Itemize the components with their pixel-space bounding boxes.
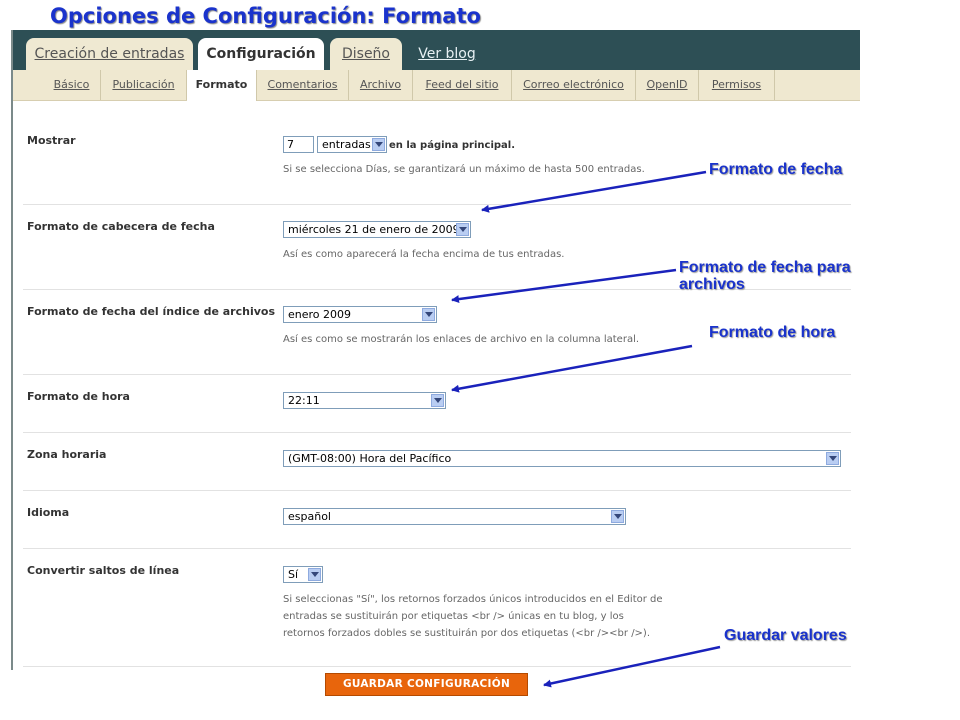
tab-ver-blog[interactable]: Ver blog: [411, 38, 483, 70]
divider: [23, 666, 851, 667]
settings-subnav: Básico Publicación Formato Comentarios A…: [13, 70, 860, 101]
line-breaks-value: Sí: [288, 568, 299, 581]
timezone-select[interactable]: (GMT-08:00) Hora del Pacífico: [283, 450, 841, 467]
chevron-down-icon: [826, 452, 839, 465]
posts-unit-select[interactable]: entradas: [317, 136, 387, 153]
callout-formato-hora: Formato de hora: [709, 324, 836, 341]
line-breaks-help-3: retornos forzados dobles se sustituirán …: [283, 628, 651, 639]
timezone-label: Zona horaria: [27, 448, 107, 461]
divider: [23, 204, 851, 205]
subtab-publicacion[interactable]: Publicación: [101, 70, 187, 100]
header-date-format-help: Así es como aparecerá la fecha encima de…: [283, 249, 565, 260]
chevron-down-icon: [611, 510, 624, 523]
callout-guardar-valores: Guardar valores: [724, 627, 847, 644]
subtab-archivo[interactable]: Archivo: [349, 70, 413, 100]
save-settings-button[interactable]: GUARDAR CONFIGURACIÓN: [325, 673, 528, 696]
subtab-permisos[interactable]: Permisos: [699, 70, 775, 100]
timezone-value: (GMT-08:00) Hora del Pacífico: [288, 452, 452, 465]
subtab-correo-electronico[interactable]: Correo electrónico: [512, 70, 636, 100]
time-format-value: 22:11: [288, 394, 320, 407]
header-date-format-value: miércoles 21 de enero de 2009: [288, 223, 460, 236]
header-date-format-label: Formato de cabecera de fecha: [27, 220, 215, 233]
archive-date-format-value: enero 2009: [288, 308, 352, 321]
tab-creacion-entradas[interactable]: Creación de entradas: [26, 38, 193, 70]
chevron-down-icon: [422, 308, 435, 321]
line-breaks-select[interactable]: Sí: [283, 566, 323, 583]
chevron-down-icon: [431, 394, 444, 407]
callout-formato-fecha: Formato de fecha: [709, 161, 843, 178]
archive-date-format-help: Así es como se mostrarán los enlaces de …: [283, 334, 640, 345]
main-tab-bar: Creación de entradas Configuración Diseñ…: [13, 30, 860, 70]
blogger-settings-screenshot: Creación de entradas Configuración Diseñ…: [11, 30, 860, 670]
archive-date-format-label: Formato de fecha del índice de archivos: [27, 305, 275, 318]
posts-suffix-text: en la página principal.: [389, 140, 516, 151]
mostrar-help: Si se selecciona Días, se garantizará un…: [283, 164, 645, 175]
subtab-basico[interactable]: Básico: [43, 70, 101, 100]
mostrar-label: Mostrar: [27, 134, 76, 147]
language-select[interactable]: español: [283, 508, 626, 525]
slide-title: Opciones de Configuración: Formato: [50, 4, 481, 28]
subtab-openid[interactable]: OpenID: [636, 70, 699, 100]
divider: [23, 490, 851, 491]
divider: [23, 548, 851, 549]
callout-formato-fecha-archivos-1: Formato de fecha para: [679, 259, 851, 276]
divider: [23, 374, 851, 375]
line-breaks-help-1: Si seleccionas "Sí", los retornos forzad…: [283, 594, 663, 605]
chevron-down-icon: [456, 223, 469, 236]
language-value: español: [288, 510, 331, 523]
archive-date-format-select[interactable]: enero 2009: [283, 306, 437, 323]
time-format-select[interactable]: 22:11: [283, 392, 446, 409]
line-breaks-help-2: entradas se sustituirán por etiquetas <b…: [283, 611, 624, 622]
posts-unit-value: entradas: [322, 138, 371, 151]
line-breaks-label: Convertir saltos de línea: [27, 564, 180, 577]
chevron-down-icon: [372, 138, 385, 151]
callout-formato-fecha-archivos-2: archivos: [679, 276, 745, 293]
header-date-format-select[interactable]: miércoles 21 de enero de 2009: [283, 221, 471, 238]
time-format-label: Formato de hora: [27, 390, 130, 403]
language-label: Idioma: [27, 506, 70, 519]
tab-diseno[interactable]: Diseño: [330, 38, 402, 70]
chevron-down-icon: [308, 568, 321, 581]
subtab-comentarios[interactable]: Comentarios: [257, 70, 349, 100]
subtab-formato[interactable]: Formato: [187, 70, 257, 101]
subtab-feed-del-sitio[interactable]: Feed del sitio: [413, 70, 512, 100]
divider: [23, 432, 851, 433]
tab-configuracion[interactable]: Configuración: [198, 38, 324, 70]
posts-count-input[interactable]: 7: [283, 136, 314, 153]
